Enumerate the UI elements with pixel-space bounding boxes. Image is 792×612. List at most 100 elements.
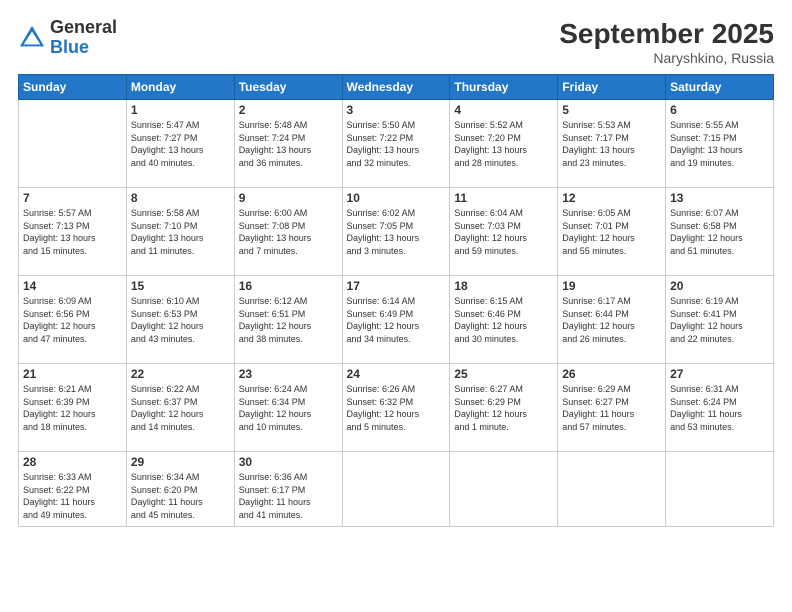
day-number: 30 — [239, 455, 338, 469]
table-row: 26 Sunrise: 6:29 AM Sunset: 6:27 PM Dayli… — [558, 364, 666, 452]
day-info: Sunrise: 6:05 AM Sunset: 7:01 PM Dayligh… — [562, 207, 661, 257]
day-number: 28 — [23, 455, 122, 469]
day-number: 2 — [239, 103, 338, 117]
day-info: Sunrise: 5:58 AM Sunset: 7:10 PM Dayligh… — [131, 207, 230, 257]
day-number: 18 — [454, 279, 553, 293]
header-row: Sunday Monday Tuesday Wednesday Thursday… — [19, 75, 774, 100]
day-info: Sunrise: 6:10 AM Sunset: 6:53 PM Dayligh… — [131, 295, 230, 345]
table-row: 19 Sunrise: 6:17 AM Sunset: 6:44 PM Dayli… — [558, 276, 666, 364]
table-row: 24 Sunrise: 6:26 AM Sunset: 6:32 PM Dayli… — [342, 364, 450, 452]
table-row: 1 Sunrise: 5:47 AM Sunset: 7:27 PM Daylig… — [126, 100, 234, 188]
table-row — [19, 100, 127, 188]
table-row: 14Sunrise: 6:09 AM Sunset: 6:56 PM Dayli… — [19, 276, 127, 364]
day-info: Sunrise: 5:52 AM Sunset: 7:20 PM Dayligh… — [454, 119, 553, 169]
table-row: 15 Sunrise: 6:10 AM Sunset: 6:53 PM Dayli… — [126, 276, 234, 364]
day-info: Sunrise: 6:26 AM Sunset: 6:32 PM Dayligh… — [347, 383, 446, 433]
day-info: Sunrise: 6:12 AM Sunset: 6:51 PM Dayligh… — [239, 295, 338, 345]
table-row: 12 Sunrise: 6:05 AM Sunset: 7:01 PM Dayli… — [558, 188, 666, 276]
day-number: 23 — [239, 367, 338, 381]
table-row — [666, 452, 774, 527]
table-row: 30 Sunrise: 6:36 AM Sunset: 6:17 PM Dayli… — [234, 452, 342, 527]
table-row: 29 Sunrise: 6:34 AM Sunset: 6:20 PM Dayli… — [126, 452, 234, 527]
day-info: Sunrise: 6:14 AM Sunset: 6:49 PM Dayligh… — [347, 295, 446, 345]
day-number: 16 — [239, 279, 338, 293]
day-number: 20 — [670, 279, 769, 293]
day-info: Sunrise: 6:22 AM Sunset: 6:37 PM Dayligh… — [131, 383, 230, 433]
day-number: 4 — [454, 103, 553, 117]
day-number: 21 — [23, 367, 122, 381]
day-number: 10 — [347, 191, 446, 205]
col-sunday: Sunday — [19, 75, 127, 100]
day-info: Sunrise: 5:53 AM Sunset: 7:17 PM Dayligh… — [562, 119, 661, 169]
col-wednesday: Wednesday — [342, 75, 450, 100]
day-number: 26 — [562, 367, 661, 381]
day-info: Sunrise: 6:34 AM Sunset: 6:20 PM Dayligh… — [131, 471, 230, 521]
day-number: 14 — [23, 279, 122, 293]
calendar-table: Sunday Monday Tuesday Wednesday Thursday… — [18, 74, 774, 527]
day-number: 17 — [347, 279, 446, 293]
day-number: 22 — [131, 367, 230, 381]
title-month: September 2025 — [559, 18, 774, 50]
day-number: 27 — [670, 367, 769, 381]
table-row: 23Sunrise: 6:24 AM Sunset: 6:34 PM Dayli… — [234, 364, 342, 452]
day-number: 15 — [131, 279, 230, 293]
table-row: 21 Sunrise: 6:21 AM Sunset: 6:39 PM Dayli… — [19, 364, 127, 452]
table-row: 17 Sunrise: 6:14 AM Sunset: 6:49 PM Dayli… — [342, 276, 450, 364]
day-info: Sunrise: 6:29 AM Sunset: 6:27 PM Dayligh… — [562, 383, 661, 433]
day-info: Sunrise: 6:17 AM Sunset: 6:44 PM Dayligh… — [562, 295, 661, 345]
table-row: 8 Sunrise: 5:58 AM Sunset: 7:10 PM Daylig… — [126, 188, 234, 276]
table-row: 2 Sunrise: 5:48 AM Sunset: 7:24 PM Daylig… — [234, 100, 342, 188]
table-row: 7Sunrise: 5:57 AM Sunset: 7:13 PM Daylig… — [19, 188, 127, 276]
day-info: Sunrise: 5:57 AM Sunset: 7:13 PM Dayligh… — [23, 207, 122, 257]
title-location: Naryshkino, Russia — [559, 50, 774, 66]
day-number: 29 — [131, 455, 230, 469]
title-block: September 2025 Naryshkino, Russia — [559, 18, 774, 66]
col-thursday: Thursday — [450, 75, 558, 100]
logo-blue: Blue — [50, 38, 117, 58]
table-row: 4 Sunrise: 5:52 AM Sunset: 7:20 PM Daylig… — [450, 100, 558, 188]
table-row: 16 Sunrise: 6:12 AM Sunset: 6:51 PM Dayli… — [234, 276, 342, 364]
day-info: Sunrise: 6:31 AM Sunset: 6:24 PM Dayligh… — [670, 383, 769, 433]
day-info: Sunrise: 5:50 AM Sunset: 7:22 PM Dayligh… — [347, 119, 446, 169]
day-number: 24 — [347, 367, 446, 381]
day-number: 19 — [562, 279, 661, 293]
table-row: 25 Sunrise: 6:27 AM Sunset: 6:29 PM Dayli… — [450, 364, 558, 452]
table-row — [342, 452, 450, 527]
table-row: 6 Sunrise: 5:55 AM Sunset: 7:15 PM Daylig… — [666, 100, 774, 188]
col-saturday: Saturday — [666, 75, 774, 100]
day-number: 1 — [131, 103, 230, 117]
table-row: 5Sunrise: 5:53 AM Sunset: 7:17 PM Daylig… — [558, 100, 666, 188]
col-monday: Monday — [126, 75, 234, 100]
day-info: Sunrise: 6:21 AM Sunset: 6:39 PM Dayligh… — [23, 383, 122, 433]
day-number: 12 — [562, 191, 661, 205]
day-info: Sunrise: 6:27 AM Sunset: 6:29 PM Dayligh… — [454, 383, 553, 433]
day-info: Sunrise: 6:02 AM Sunset: 7:05 PM Dayligh… — [347, 207, 446, 257]
col-tuesday: Tuesday — [234, 75, 342, 100]
day-info: Sunrise: 6:15 AM Sunset: 6:46 PM Dayligh… — [454, 295, 553, 345]
logo-icon — [18, 24, 46, 52]
logo-general: General — [50, 18, 117, 38]
day-number: 13 — [670, 191, 769, 205]
table-row: 18 Sunrise: 6:15 AM Sunset: 6:46 PM Dayli… — [450, 276, 558, 364]
table-row: 22 Sunrise: 6:22 AM Sunset: 6:37 PM Dayli… — [126, 364, 234, 452]
day-info: Sunrise: 5:48 AM Sunset: 7:24 PM Dayligh… — [239, 119, 338, 169]
table-row: 27 Sunrise: 6:31 AM Sunset: 6:24 PM Dayli… — [666, 364, 774, 452]
day-info: Sunrise: 5:55 AM Sunset: 7:15 PM Dayligh… — [670, 119, 769, 169]
day-info: Sunrise: 5:47 AM Sunset: 7:27 PM Dayligh… — [131, 119, 230, 169]
day-number: 6 — [670, 103, 769, 117]
table-row: 10 Sunrise: 6:02 AM Sunset: 7:05 PM Dayli… — [342, 188, 450, 276]
table-row: 28 Sunrise: 6:33 AM Sunset: 6:22 PM Dayli… — [19, 452, 127, 527]
day-info: Sunrise: 6:04 AM Sunset: 7:03 PM Dayligh… — [454, 207, 553, 257]
header: General Blue September 2025 Naryshkino, … — [18, 18, 774, 66]
day-number: 3 — [347, 103, 446, 117]
day-number: 25 — [454, 367, 553, 381]
table-row: 13Sunrise: 6:07 AM Sunset: 6:58 PM Dayli… — [666, 188, 774, 276]
logo-text: General Blue — [50, 18, 117, 58]
table-row — [450, 452, 558, 527]
table-row — [558, 452, 666, 527]
page: General Blue September 2025 Naryshkino, … — [0, 0, 792, 612]
day-number: 8 — [131, 191, 230, 205]
day-info: Sunrise: 6:00 AM Sunset: 7:08 PM Dayligh… — [239, 207, 338, 257]
day-info: Sunrise: 6:36 AM Sunset: 6:17 PM Dayligh… — [239, 471, 338, 521]
day-info: Sunrise: 6:33 AM Sunset: 6:22 PM Dayligh… — [23, 471, 122, 521]
